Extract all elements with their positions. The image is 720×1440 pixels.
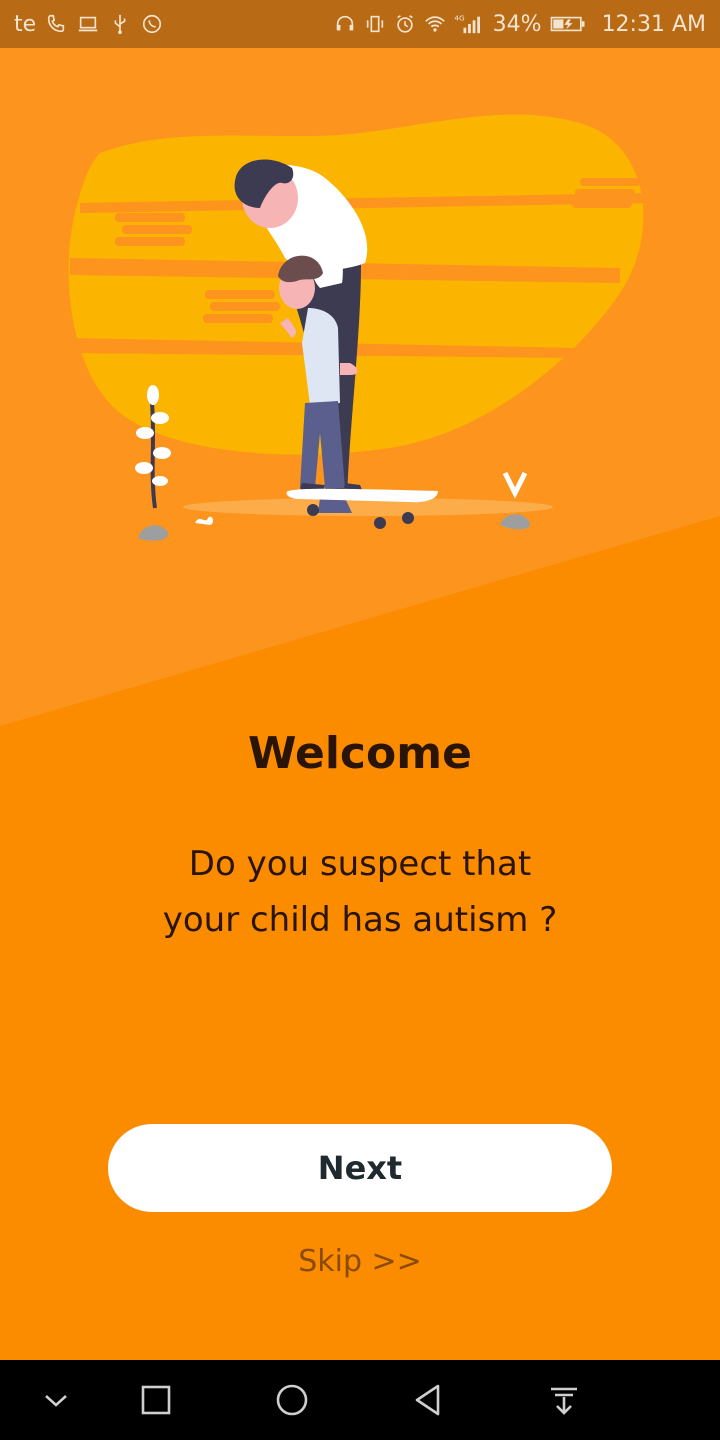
usb-icon	[108, 12, 132, 36]
system-nav-bar	[0, 1360, 720, 1440]
phone-icon	[44, 12, 68, 36]
status-left: te	[14, 0, 164, 48]
chevron-down-icon[interactable]	[36, 1380, 76, 1420]
alarm-icon	[393, 12, 417, 36]
signal-icon: 4G	[453, 12, 485, 36]
subtitle-line-1: Do you suspect that	[188, 844, 532, 884]
carrier-label: te	[14, 11, 37, 37]
welcome-screen: Welcome Do you suspect that your child h…	[0, 48, 720, 1360]
next-button[interactable]: Next	[108, 1124, 612, 1212]
headset-icon	[333, 12, 357, 36]
network-badge: 4G	[454, 13, 465, 22]
skip-link[interactable]: Skip >>	[0, 1244, 720, 1279]
status-bar: te 4G 34% 12:31 AM	[0, 0, 720, 48]
notification-pulldown-icon[interactable]	[544, 1380, 584, 1420]
welcome-title: Welcome	[248, 728, 472, 779]
parent-child-skateboard-illustration	[68, 114, 650, 541]
welcome-subtitle: Do you suspect that your child has autis…	[0, 836, 720, 948]
clock: 12:31 AM	[601, 11, 706, 37]
vibrate-icon	[363, 12, 387, 36]
back-triangle-icon[interactable]	[408, 1380, 448, 1420]
wifi-icon	[423, 12, 447, 36]
whatsapp-icon	[140, 12, 164, 36]
laptop-icon	[76, 12, 100, 36]
recents-square-icon[interactable]	[136, 1380, 176, 1420]
battery-charging-icon	[548, 12, 588, 36]
subtitle-line-2: your child has autism ?	[162, 900, 558, 940]
home-circle-icon[interactable]	[272, 1380, 312, 1420]
status-right: 4G 34% 12:31 AM	[333, 0, 706, 48]
battery-percent: 34%	[492, 11, 542, 37]
